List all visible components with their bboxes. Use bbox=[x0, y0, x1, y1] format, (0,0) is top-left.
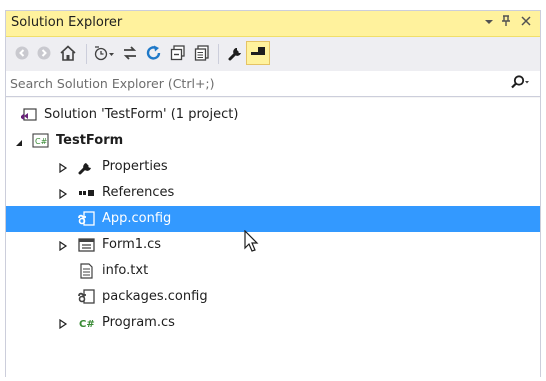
toolbar bbox=[6, 37, 540, 72]
text-file-icon bbox=[78, 263, 96, 279]
toolbar-separator bbox=[218, 44, 219, 64]
tree-item-label: packages.config bbox=[102, 289, 208, 304]
collapsed-arrow-icon[interactable] bbox=[58, 240, 68, 252]
tree-item-properties[interactable]: Properties bbox=[6, 154, 540, 180]
wrench-icon bbox=[78, 159, 96, 175]
config-file-icon bbox=[78, 211, 96, 227]
solution-explorer-window: Solution Explorer Search Solution Explor… bbox=[5, 10, 541, 377]
sync-active-document-icon[interactable] bbox=[118, 41, 142, 65]
tree-item-form1[interactable]: Form1.cs bbox=[6, 232, 540, 258]
tree-item-info-txt[interactable]: info.txt bbox=[6, 258, 540, 284]
pin-icon[interactable] bbox=[500, 14, 512, 32]
tree-item-packages-config[interactable]: packages.config bbox=[6, 284, 540, 310]
refresh-icon[interactable] bbox=[142, 41, 166, 65]
tree-item-label: References bbox=[102, 185, 175, 200]
title-bar[interactable]: Solution Explorer bbox=[6, 11, 540, 37]
pending-changes-filter-icon[interactable] bbox=[92, 41, 116, 65]
tree-item-app-config[interactable]: App.config bbox=[6, 206, 540, 232]
tree-item-label: Form1.cs bbox=[102, 237, 162, 252]
back-icon[interactable] bbox=[10, 41, 34, 65]
show-all-files-icon[interactable] bbox=[190, 41, 214, 65]
collapsed-arrow-icon[interactable] bbox=[58, 162, 68, 174]
mouse-cursor-icon bbox=[244, 229, 260, 258]
tree-item-label: App.config bbox=[102, 211, 172, 226]
close-icon[interactable] bbox=[520, 14, 532, 32]
tree-item-label: Program.cs bbox=[102, 315, 175, 330]
collapse-all-icon[interactable] bbox=[166, 41, 190, 65]
panel-title: Solution Explorer bbox=[11, 15, 123, 30]
tree-item-solution[interactable]: Solution 'TestForm' (1 project) bbox=[6, 102, 540, 128]
collapsed-arrow-icon[interactable] bbox=[58, 318, 68, 330]
preview-selected-items-icon[interactable] bbox=[246, 41, 270, 65]
tree-item-project[interactable]: C# TestForm bbox=[6, 128, 540, 154]
svg-text:C#: C# bbox=[79, 319, 95, 330]
csharp-project-icon: C# bbox=[32, 133, 50, 149]
window-menu-dropdown-icon[interactable] bbox=[484, 14, 494, 32]
tree-item-program-cs[interactable]: C# Program.cs bbox=[6, 310, 540, 336]
svg-text:C#: C# bbox=[35, 137, 48, 146]
tree-item-label: TestForm bbox=[56, 133, 124, 148]
home-icon[interactable] bbox=[56, 41, 80, 65]
expanded-arrow-icon[interactable] bbox=[14, 137, 24, 147]
properties-icon[interactable] bbox=[224, 41, 248, 65]
csharp-file-icon: C# bbox=[78, 315, 96, 331]
references-icon bbox=[78, 185, 96, 201]
tree-item-label: info.txt bbox=[102, 263, 149, 278]
solution-icon bbox=[20, 107, 38, 123]
search-box[interactable]: Search Solution Explorer (Ctrl+;) bbox=[6, 71, 540, 97]
forward-icon[interactable] bbox=[32, 41, 56, 65]
search-input[interactable]: Search Solution Explorer (Ctrl+;) bbox=[10, 76, 215, 91]
form-icon bbox=[78, 237, 96, 253]
tree-item-label: Properties bbox=[102, 159, 168, 174]
toolbar-separator bbox=[86, 44, 87, 64]
tree-item-references[interactable]: References bbox=[6, 180, 540, 206]
search-icon[interactable] bbox=[510, 74, 530, 96]
collapsed-arrow-icon[interactable] bbox=[58, 188, 68, 200]
config-file-icon bbox=[78, 289, 96, 305]
solution-tree: Solution 'TestForm' (1 project) C# TestF… bbox=[6, 98, 540, 377]
tree-item-label: Solution 'TestForm' (1 project) bbox=[44, 107, 239, 122]
